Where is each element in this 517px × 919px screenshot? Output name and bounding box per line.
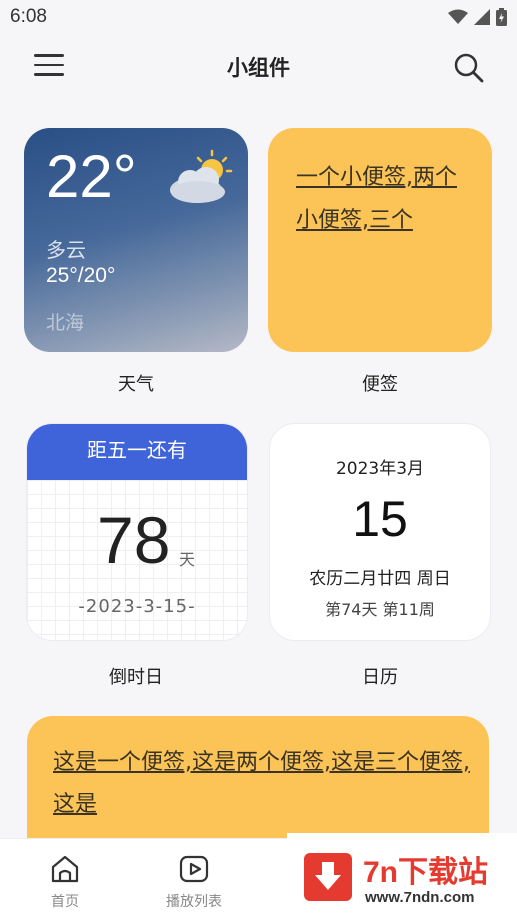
weather-range: 25°/20° <box>46 264 116 287</box>
status-bar: 6:08 <box>0 0 517 34</box>
signal-icon <box>474 9 490 25</box>
countdown-date: -2023-3-15- <box>78 596 196 617</box>
weather-city: 北海 <box>46 312 85 334</box>
status-time: 6:08 <box>10 6 47 27</box>
calendar-caption: 日历 <box>362 667 398 688</box>
countdown-caption: 倒时日 <box>109 667 163 688</box>
countdown-days: 78 <box>97 503 171 577</box>
search-icon[interactable] <box>453 52 485 84</box>
cloudy-sun-icon <box>170 149 233 203</box>
weather-temperature: 22° <box>46 143 137 210</box>
note-widget[interactable]: 一个小便签,两个小便签,三个 <box>268 128 492 352</box>
page-title: 小组件 <box>227 56 290 80</box>
nav-home-label: 首页 <box>51 894 79 910</box>
download-logo-icon <box>304 853 352 901</box>
note-caption: 便签 <box>362 374 398 395</box>
calendar-year-month: 2023年3月 <box>335 459 425 479</box>
large-note-text: 这是一个便签,这是两个便签,这是三个便签,这是 <box>53 750 470 817</box>
calendar-week-info: 第74天 第11周 <box>325 600 435 619</box>
weather-widget[interactable]: 22° 多云 25°/20° 北海 <box>24 128 248 352</box>
app-bar: 小组件 <box>0 34 517 98</box>
watermark: 7n下载站 www.7ndn.com <box>287 833 517 919</box>
nav-playlist[interactable]: 播放列表 <box>144 839 244 919</box>
wifi-icon <box>448 9 468 24</box>
calendar-widget[interactable]: 2023年3月 15 农历二月廿四 周日 第74天 第11周 <box>269 423 491 641</box>
battery-icon <box>496 8 507 26</box>
countdown-widget[interactable]: 距五一还有 78 天 -2023-3-15- <box>26 423 248 641</box>
play-icon <box>179 855 209 883</box>
calendar-day: 15 <box>352 491 408 547</box>
countdown-header: 距五一还有 <box>27 424 247 480</box>
countdown-unit: 天 <box>179 550 196 569</box>
calendar-lunar: 农历二月廿四 周日 <box>309 569 451 589</box>
home-icon <box>51 855 79 883</box>
watermark-url: www.7ndn.com <box>365 889 475 906</box>
watermark-brand: 7n下载站 <box>363 856 489 889</box>
weather-condition: 多云 <box>46 238 86 262</box>
status-icons <box>448 8 507 26</box>
nav-home[interactable]: 首页 <box>15 839 115 919</box>
note-text: 一个小便签,两个小便签,三个 <box>296 165 457 233</box>
weather-caption: 天气 <box>118 374 154 395</box>
nav-playlist-label: 播放列表 <box>166 894 222 910</box>
